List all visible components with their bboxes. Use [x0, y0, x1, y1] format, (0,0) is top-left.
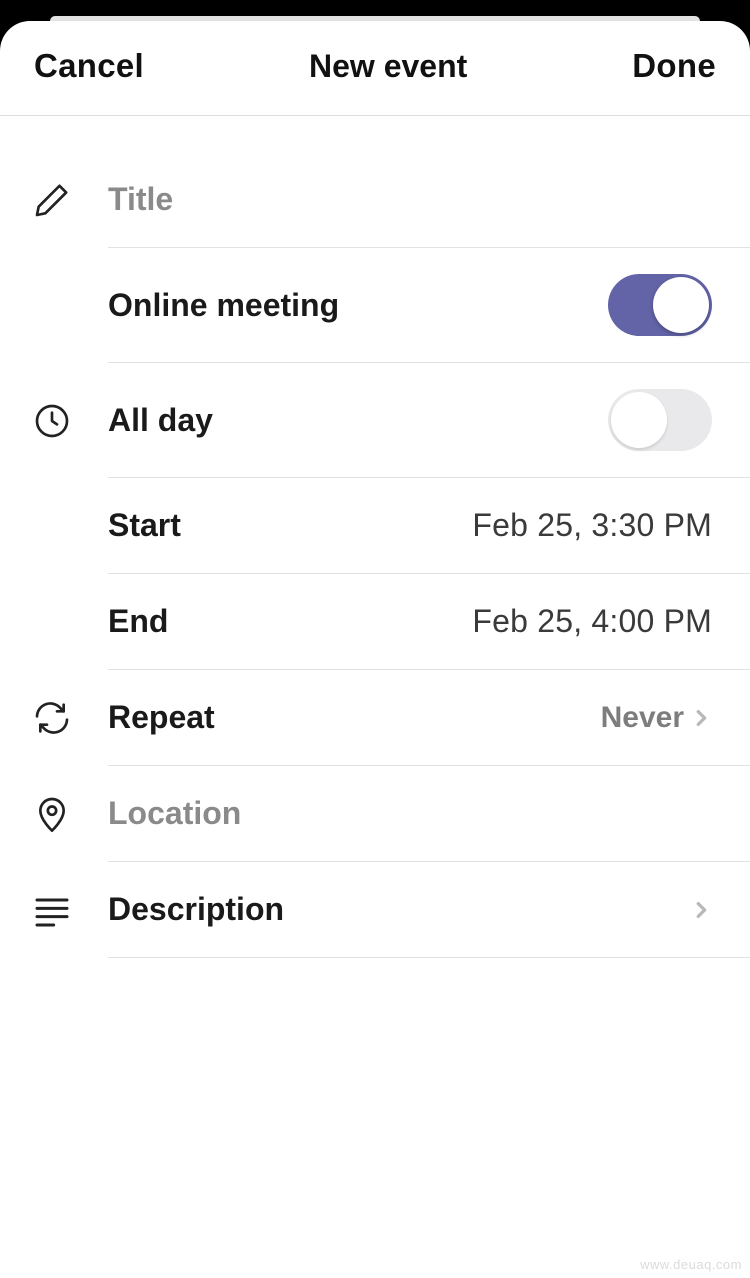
chevron-right-icon — [690, 707, 712, 729]
location-placeholder: Location — [108, 795, 241, 832]
watermark: www.deuaq.com — [640, 1257, 742, 1272]
online-meeting-label: Online meeting — [108, 287, 339, 324]
end-label: End — [108, 603, 168, 640]
description-row[interactable]: Description — [0, 862, 750, 958]
start-row[interactable]: Start Feb 25, 3:30 PM — [0, 478, 750, 574]
chevron-right-icon — [690, 899, 712, 921]
clock-icon — [32, 401, 72, 441]
title-input[interactable] — [108, 181, 712, 218]
end-row[interactable]: End Feb 25, 4:00 PM — [0, 574, 750, 670]
repeat-label: Repeat — [108, 699, 215, 736]
done-button[interactable]: Done — [632, 47, 716, 85]
repeat-row[interactable]: Repeat Never — [0, 670, 750, 766]
new-event-sheet: Cancel New event Done Online m — [0, 21, 750, 1278]
title-row[interactable] — [0, 152, 750, 248]
all-day-row: All day — [0, 363, 750, 478]
pencil-icon — [32, 180, 72, 220]
online-meeting-row: Online meeting — [0, 248, 750, 363]
location-row[interactable]: Location — [0, 766, 750, 862]
online-meeting-toggle[interactable] — [608, 274, 712, 336]
sheet-title: New event — [309, 48, 467, 85]
all-day-label: All day — [108, 402, 213, 439]
cancel-button[interactable]: Cancel — [34, 47, 144, 85]
description-icon — [32, 890, 72, 930]
start-label: Start — [108, 507, 181, 544]
start-value: Feb 25, 3:30 PM — [472, 507, 712, 544]
nav-bar: Cancel New event Done — [0, 21, 750, 116]
end-value: Feb 25, 4:00 PM — [472, 603, 712, 640]
all-day-toggle[interactable] — [608, 389, 712, 451]
repeat-icon — [32, 698, 72, 738]
location-pin-icon — [32, 794, 72, 834]
description-label: Description — [108, 891, 284, 928]
repeat-value: Never — [601, 701, 684, 735]
